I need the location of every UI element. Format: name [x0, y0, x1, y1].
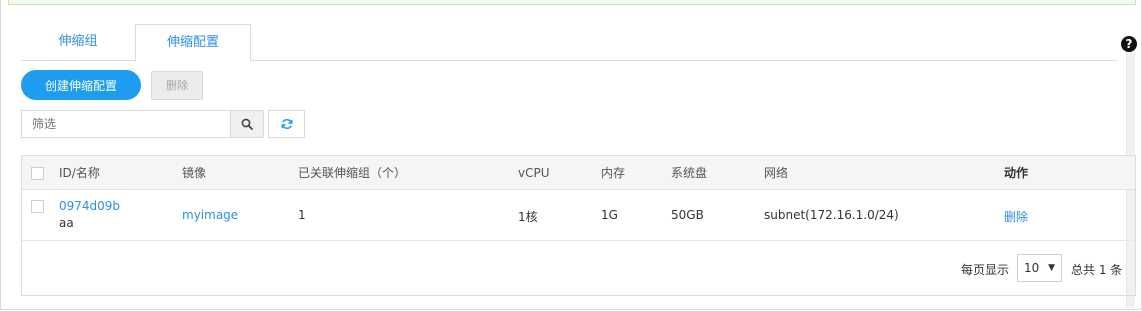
caret-down-icon: ▼ [1048, 263, 1055, 273]
network-value: subnet(172.16.1.0/24) [764, 208, 899, 222]
col-groups: 已关联伸缩组（个） [298, 166, 407, 180]
select-all-checkbox[interactable] [31, 167, 44, 180]
table-header: ID/名称 镜像 已关联伸缩组（个） vCPU 内存 系统盘 网络 动作 [22, 156, 1135, 190]
tab-scaling-configs[interactable]: 伸缩配置 [135, 24, 251, 62]
col-memory: 内存 [601, 166, 626, 180]
col-network: 网络 [764, 166, 789, 180]
disk-value: 50GB [671, 208, 704, 222]
per-page-value: 10 [1024, 261, 1040, 275]
refresh-button[interactable] [268, 110, 305, 138]
pagination: 每页显示 10 ▼ 总共 1 条 [22, 241, 1135, 295]
row-delete-link[interactable]: 删除 [1004, 208, 1028, 225]
memory-value: 1G [601, 208, 618, 222]
refresh-icon [281, 119, 292, 129]
delete-button: 删除 [151, 71, 203, 100]
vcpu-value: 1核 [518, 210, 538, 224]
per-page-label: 每页显示 [961, 263, 1010, 277]
search-icon [241, 118, 253, 130]
col-vcpu: vCPU [518, 166, 550, 180]
tab-scaling-groups[interactable]: 伸缩组 [21, 24, 135, 59]
config-table: ID/名称 镜像 已关联伸缩组（个） vCPU 内存 系统盘 网络 动作 097… [21, 155, 1136, 296]
row-checkbox[interactable] [31, 200, 44, 213]
filter-input[interactable] [21, 110, 230, 138]
search-button[interactable] [230, 110, 264, 138]
create-config-button[interactable]: 创建伸缩配置 [21, 70, 141, 100]
table-row: 0974d09b aa myimage 1 1核 1G 50GB subnet(… [22, 190, 1135, 241]
image-link[interactable]: myimage [182, 208, 238, 222]
tab-bar: 伸缩组 伸缩配置 [21, 24, 1117, 62]
col-action: 动作 [1004, 166, 1029, 180]
config-id-link[interactable]: 0974d09b [59, 199, 120, 213]
notice-bar-edge [8, 0, 1136, 5]
col-id-name: ID/名称 [59, 166, 100, 180]
groups-count: 1 [298, 208, 306, 222]
col-image: 镜像 [182, 166, 207, 180]
help-icon[interactable]: ? [1121, 36, 1137, 52]
col-disk: 系统盘 [671, 166, 708, 180]
total-count: 总共 1 条 [1071, 263, 1123, 277]
per-page-select[interactable]: 10 ▼ [1017, 254, 1062, 282]
config-name: aa [59, 216, 74, 230]
